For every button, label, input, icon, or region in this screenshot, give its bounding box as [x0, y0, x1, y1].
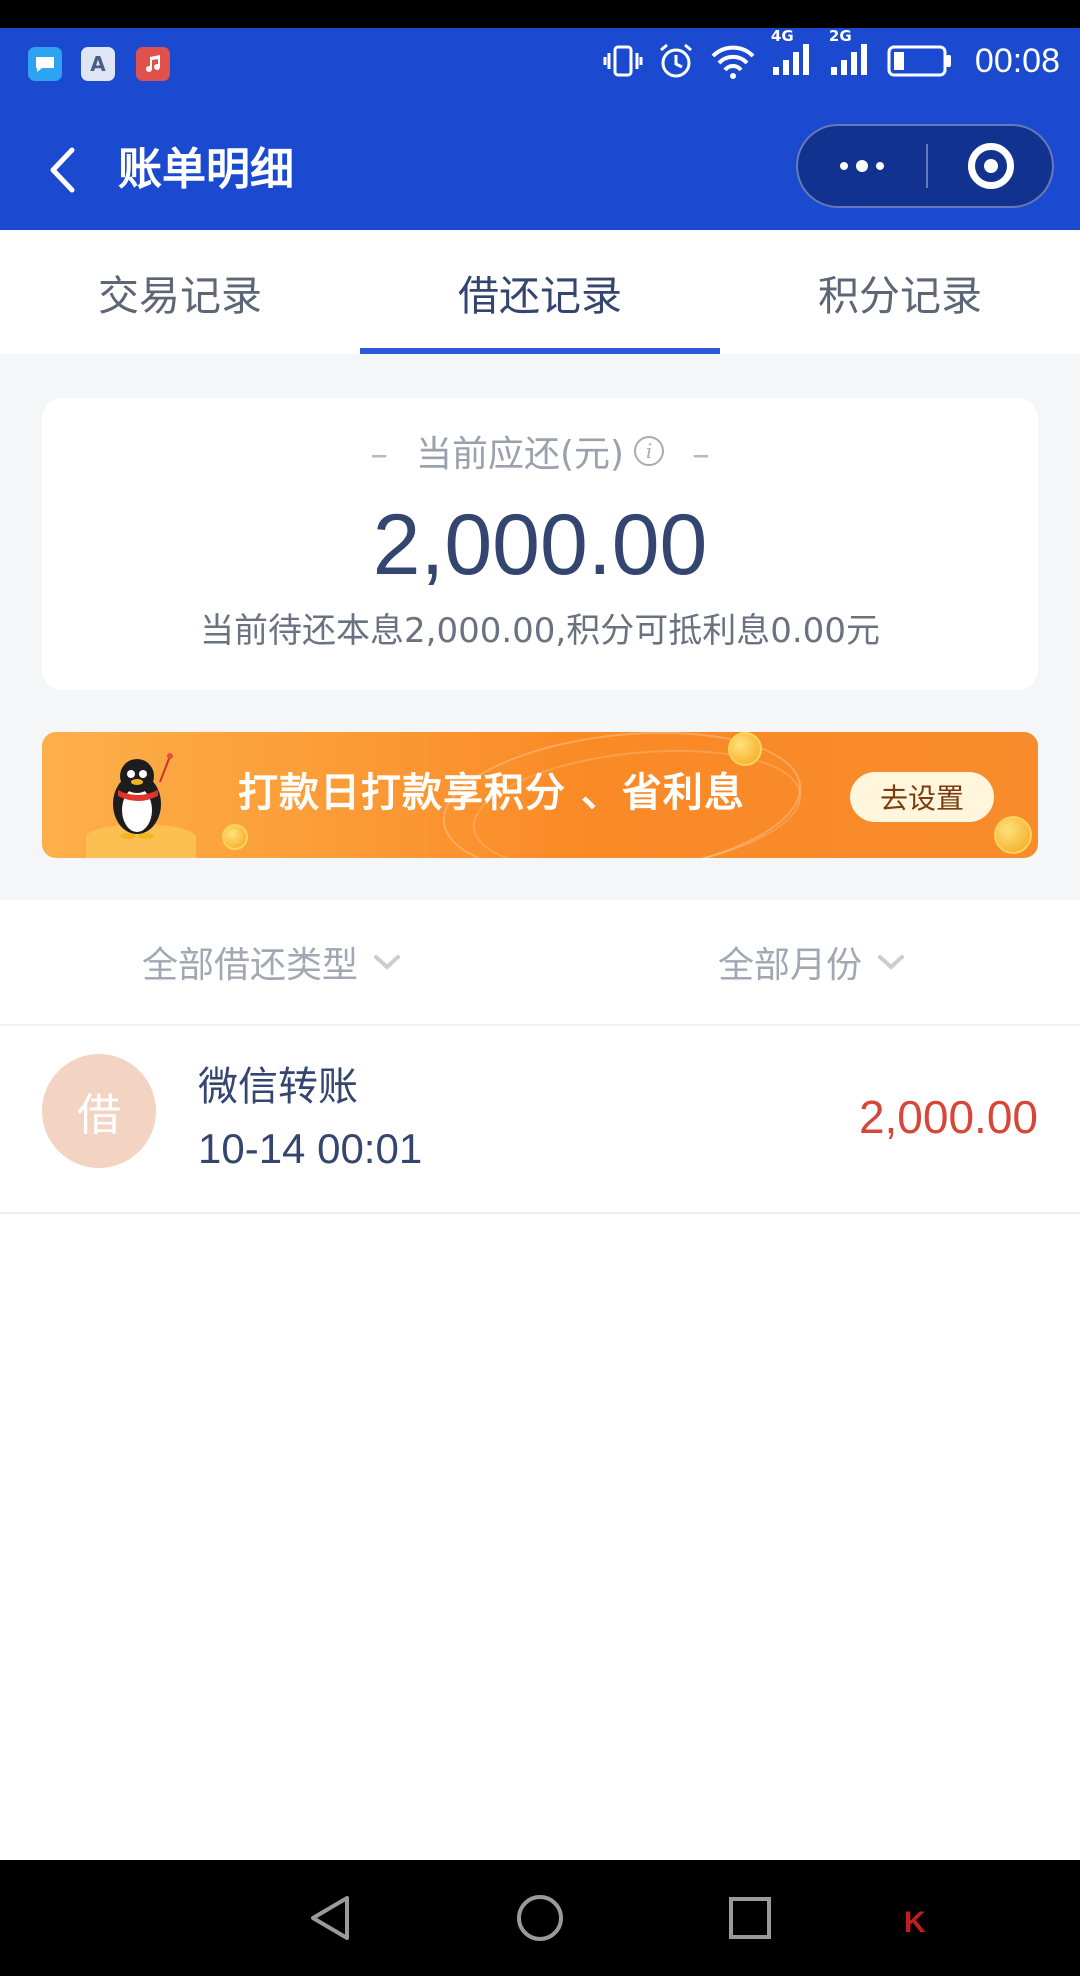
app-store-icon: A	[81, 47, 115, 81]
due-card: – 当前应还(元) i – 2,000.00 当前待还本息2,000.00,积分可抵利…	[42, 398, 1038, 690]
coin-icon	[222, 824, 248, 850]
wifi-icon	[711, 45, 755, 79]
nav-back-button[interactable]	[300, 1888, 360, 1948]
status-icons: 4G 2G 00:08	[603, 27, 1060, 86]
signal-bars-icon	[772, 44, 809, 75]
record-title: 微信转账	[198, 1064, 358, 1110]
info-icon[interactable]: i	[634, 436, 665, 466]
network-2g-label: 2G	[828, 27, 852, 45]
status-time: 00:08	[974, 41, 1060, 80]
nav-recents-button[interactable]	[720, 1888, 780, 1948]
go-settings-button[interactable]: 去设置	[850, 772, 994, 822]
page-title: 账单明细	[118, 144, 294, 195]
mini-program-capsule	[796, 124, 1054, 208]
system-nav-bar: K	[0, 1860, 1080, 1976]
tab-borrow-repay[interactable]: 借还记录	[360, 230, 720, 354]
divider-dash: –	[692, 434, 711, 475]
battery-icon	[887, 45, 951, 77]
penguin-mascot-icon	[113, 753, 173, 839]
nav-home-button[interactable]	[510, 1888, 570, 1948]
type-filter-dropdown[interactable]: 全部借还类型	[142, 900, 402, 1024]
borrow-avatar: 借	[42, 1054, 156, 1168]
promo-banner[interactable]: 打款日打款享积分 、省利息 去设置	[42, 732, 1038, 858]
divider-dash: –	[369, 434, 388, 475]
chevron-down-icon	[374, 955, 401, 970]
more-button[interactable]	[798, 126, 926, 206]
chevron-left-icon	[50, 147, 75, 193]
back-button[interactable]	[38, 142, 86, 198]
header: A 4G 2G 00:08 账单明细	[0, 27, 1080, 230]
due-note: 当前待还本息2,000.00,积分可抵利息0.00元	[200, 611, 880, 651]
month-filter-dropdown[interactable]: 全部月份	[718, 900, 906, 1024]
alarm-icon	[659, 43, 692, 78]
more-dot-icon	[856, 160, 868, 172]
target-icon	[968, 143, 1014, 189]
filter-bar: 全部借还类型 全部月份	[0, 900, 1080, 1026]
tab-bar: 交易记录 借还记录 积分记录	[0, 230, 1080, 354]
vibrate-icon	[603, 45, 643, 77]
coin-icon	[728, 732, 762, 766]
month-filter-label: 全部月份	[718, 945, 863, 986]
banner-title: 打款日打款享积分 、省利息	[238, 770, 745, 816]
message-app-icon	[28, 47, 62, 81]
nav-bar: 账单明细	[0, 120, 1080, 220]
close-mini-program-button[interactable]	[928, 126, 1054, 206]
circle-home-icon	[517, 1895, 563, 1941]
screen-top-edge	[0, 0, 1080, 28]
due-label-row: – 当前应还(元) i –	[42, 430, 1038, 480]
signal-4g: 4G	[771, 27, 815, 81]
square-recents-icon	[729, 1897, 771, 1939]
due-label: 当前应还(元)	[415, 434, 625, 475]
network-4g-label: 4G	[770, 27, 794, 45]
music-app-icon	[136, 47, 170, 81]
type-filter-label: 全部借还类型	[142, 945, 359, 986]
tab-transactions[interactable]: 交易记录	[0, 230, 360, 354]
record-time: 10-14 00:01	[198, 1125, 423, 1172]
signal-2g: 2G	[829, 27, 873, 81]
coin-icon	[994, 816, 1032, 854]
chevron-down-icon	[878, 955, 905, 970]
record-amount: 2,000.00	[858, 1091, 1038, 1143]
signal-bars-icon	[830, 44, 867, 75]
triangle-back-icon	[311, 1896, 349, 1940]
status-bar: A 4G 2G 00:08	[0, 27, 1080, 98]
due-amount: 2,000.00	[372, 497, 708, 593]
tab-points[interactable]: 积分记录	[720, 230, 1080, 354]
watermark-logo: K	[904, 1906, 926, 1940]
list-item[interactable]: 借 微信转账 10-14 00:01 2,000.00	[0, 1026, 1080, 1214]
more-dot-icon	[876, 162, 884, 170]
more-dot-icon	[840, 162, 848, 170]
watermark-logo-icon: K	[904, 1906, 926, 1939]
